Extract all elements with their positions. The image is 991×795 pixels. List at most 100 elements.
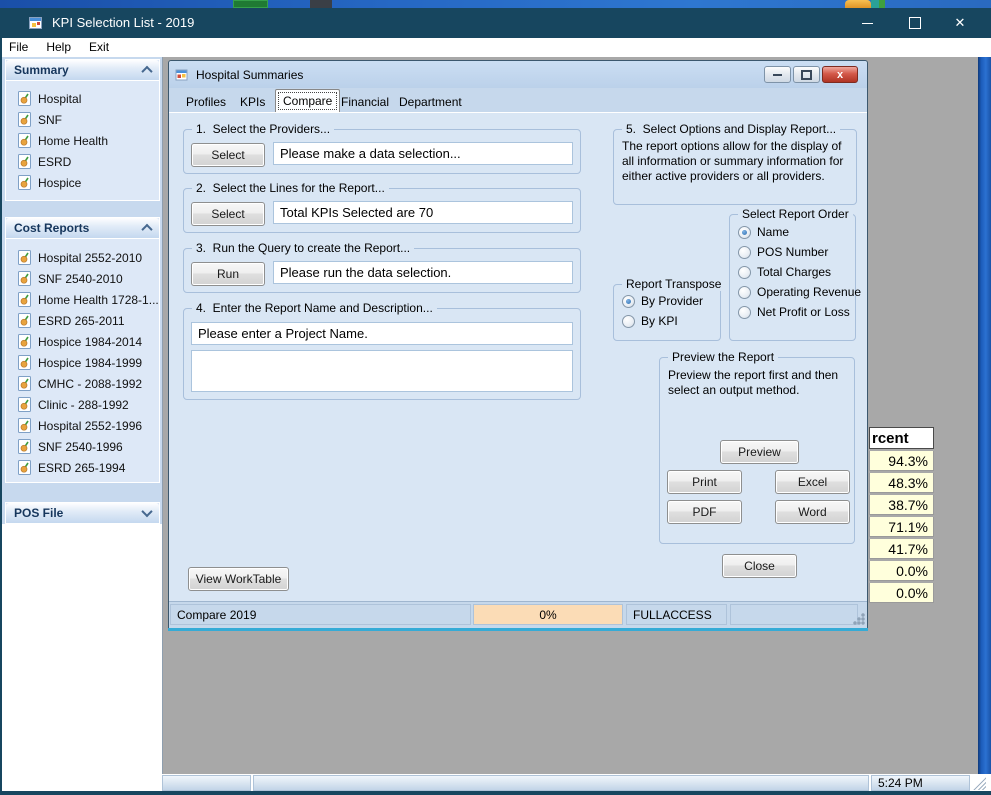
- report-icon: [18, 91, 31, 106]
- window-frame-left: [0, 8, 2, 795]
- radio-order-net-profit[interactable]: Net Profit or Loss: [738, 305, 850, 319]
- sidebar-item-clinic-288-1992[interactable]: Clinic - 288-1992: [18, 394, 129, 415]
- background-report-table[interactable]: rcent 94.3% 48.3% 38.7% 71.1% 41.7% 0.0%…: [869, 427, 934, 603]
- run-button[interactable]: Run: [191, 262, 265, 286]
- group-label: 3. Run the Query to create the Report...: [192, 241, 415, 255]
- sidebar-section-cost-reports: Cost Reports Hospital 2552-2010 SNF 2540…: [5, 217, 160, 483]
- table-row: 48.3%: [869, 473, 934, 493]
- tab-kpis[interactable]: KPIs: [233, 92, 272, 113]
- sidebar-item-home-health[interactable]: Home Health: [18, 130, 108, 151]
- minimize-button[interactable]: [845, 8, 889, 38]
- group-label: 5. Select Options and Display Report...: [622, 122, 841, 136]
- sidebar-item-cmhc-2088-1992[interactable]: CMHC - 2088-1992: [18, 373, 142, 394]
- sidebar-item-label: ESRD 265-1994: [38, 460, 126, 475]
- table-row: 38.7%: [869, 495, 934, 515]
- report-icon: [18, 334, 31, 349]
- report-icon: [18, 250, 31, 265]
- sidebar-item-snf[interactable]: SNF: [18, 109, 62, 130]
- radio-order-name[interactable]: Name: [738, 225, 789, 239]
- select-providers-button[interactable]: Select: [191, 143, 265, 167]
- child-window-hospital-summaries: Hospital Summaries x Profiles KPIs Compa…: [168, 60, 868, 628]
- tab-department[interactable]: Department: [392, 92, 469, 113]
- report-icon: [18, 397, 31, 412]
- radio-by-provider[interactable]: By Provider: [622, 294, 703, 308]
- menu-file[interactable]: File: [0, 38, 37, 57]
- report-name-input[interactable]: [191, 322, 573, 345]
- sidebar-header-pos-file[interactable]: POS File: [6, 503, 159, 524]
- tab-compare[interactable]: Compare: [275, 89, 341, 113]
- menu-help[interactable]: Help: [37, 38, 80, 57]
- close-dialog-button[interactable]: Close: [722, 554, 797, 578]
- radio-by-kpi[interactable]: By KPI: [622, 314, 678, 328]
- sidebar-empty-area: [2, 524, 163, 791]
- sidebar-item-snf-2540-2010[interactable]: SNF 2540-2010: [18, 268, 123, 289]
- sidebar-item-label: Hospice 1984-1999: [38, 355, 143, 370]
- table-row: 0.0%: [869, 583, 934, 603]
- query-status-display[interactable]: Please run the data selection.: [273, 261, 573, 284]
- radio-order-total-charges[interactable]: Total Charges: [738, 265, 831, 279]
- sidebar-item-esrd-265-2011[interactable]: ESRD 265-2011: [18, 310, 125, 331]
- menu-bar: File Help Exit: [0, 38, 991, 58]
- report-icon: [18, 292, 31, 307]
- sidebar-item-label: Clinic - 288-1992: [38, 397, 129, 412]
- report-icon: [18, 376, 31, 391]
- menu-exit[interactable]: Exit: [80, 38, 118, 57]
- group-label: 4. Enter the Report Name and Description…: [192, 301, 437, 315]
- sidebar-item-hospital-2552-1996[interactable]: Hospital 2552-1996: [18, 415, 142, 436]
- minimize-icon: [861, 22, 873, 24]
- sidebar-item-hospice-1984-2014[interactable]: Hospice 1984-2014: [18, 331, 142, 352]
- resize-grip[interactable]: [852, 612, 865, 625]
- report-icon: [18, 313, 31, 328]
- sidebar-item-hospice[interactable]: Hospice: [18, 172, 81, 193]
- sidebar-item-label: Hospital 2552-1996: [38, 418, 143, 433]
- child-close-button[interactable]: x: [822, 66, 858, 83]
- child-window-icon: [175, 69, 188, 80]
- tab-profiles[interactable]: Profiles: [179, 92, 233, 113]
- pdf-button[interactable]: PDF: [667, 500, 742, 524]
- sidebar-header-cost-reports[interactable]: Cost Reports: [6, 218, 159, 239]
- close-icon: ✕: [954, 15, 966, 30]
- background-fragment: [233, 0, 268, 8]
- sidebar-item-hospice-1984-1999[interactable]: Hospice 1984-1999: [18, 352, 142, 373]
- excel-button[interactable]: Excel: [775, 470, 850, 494]
- sidebar-item-esrd[interactable]: ESRD: [18, 151, 71, 172]
- view-worktable-button[interactable]: View WorkTable: [188, 567, 289, 591]
- radio-label: By Provider: [641, 294, 704, 308]
- print-button[interactable]: Print: [667, 470, 742, 494]
- tab-strip: Profiles KPIs Compare Financial Departme…: [169, 88, 867, 113]
- report-icon: [18, 418, 31, 433]
- app-resize-grip[interactable]: [972, 776, 986, 790]
- sidebar-item-label: Hospital 2552-2010: [38, 250, 143, 265]
- select-lines-button[interactable]: Select: [191, 202, 265, 226]
- radio-label: POS Number: [757, 245, 829, 259]
- report-description-input[interactable]: [191, 350, 573, 392]
- close-icon: x: [836, 68, 844, 81]
- report-icon: [18, 439, 31, 454]
- sidebar-item-hospital[interactable]: Hospital: [18, 88, 81, 109]
- radio-order-pos-number[interactable]: POS Number: [738, 245, 828, 259]
- child-minimize-button[interactable]: [764, 66, 791, 83]
- sidebar-header-summary[interactable]: Summary: [6, 60, 159, 81]
- group-preview-report: Preview the Report Preview the report fi…: [659, 350, 855, 544]
- close-button[interactable]: ✕: [938, 8, 982, 38]
- app-titlebar[interactable]: KPI Selection List - 2019 ✕: [0, 8, 991, 38]
- radio-order-operating-revenue[interactable]: Operating Revenue: [738, 285, 861, 299]
- preview-button[interactable]: Preview: [720, 440, 799, 464]
- status-access-pane: FULLACCESS: [626, 604, 727, 625]
- section-title: Summary: [14, 63, 69, 77]
- sidebar-item-label: Home Health 1728-1...: [38, 292, 159, 307]
- tab-financial[interactable]: Financial: [334, 92, 396, 113]
- child-maximize-button[interactable]: [793, 66, 820, 83]
- child-window-title: Hospital Summaries: [196, 67, 304, 82]
- table-row: 0.0%: [869, 561, 934, 581]
- maximize-button[interactable]: [893, 8, 937, 38]
- sidebar-item-home-health-1728[interactable]: Home Health 1728-1...: [18, 289, 159, 310]
- providers-selection-display[interactable]: Please make a data selection...: [273, 142, 573, 165]
- sidebar-item-esrd-265-1994[interactable]: ESRD 265-1994: [18, 457, 125, 478]
- sidebar-item-snf-2540-1996[interactable]: SNF 2540-1996: [18, 436, 123, 457]
- lines-selection-display[interactable]: Total KPIs Selected are 70: [273, 201, 573, 224]
- child-titlebar[interactable]: Hospital Summaries x: [169, 61, 867, 88]
- word-button[interactable]: Word: [775, 500, 850, 524]
- sidebar-item-label: Hospice: [38, 175, 82, 190]
- sidebar-item-hospital-2552-2010[interactable]: Hospital 2552-2010: [18, 247, 142, 268]
